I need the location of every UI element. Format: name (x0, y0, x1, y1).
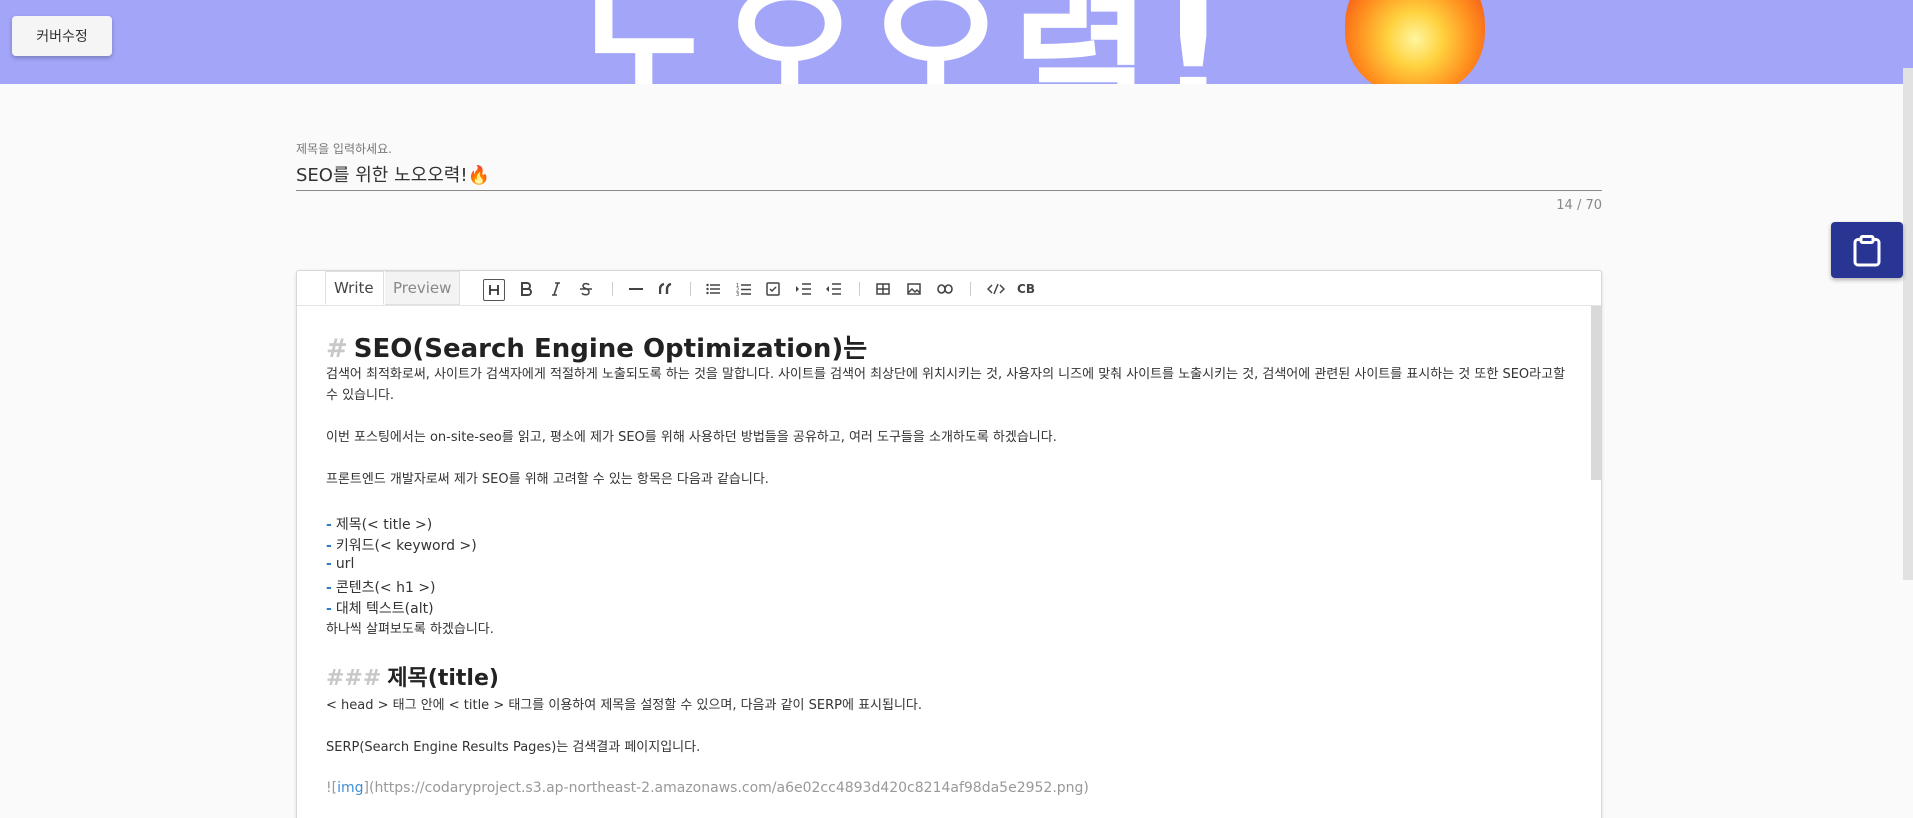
list-item: - url (326, 556, 354, 572)
toolbar-divider (970, 282, 971, 296)
toolbar-divider (690, 282, 691, 296)
heading-marker: # (326, 334, 348, 364)
toolbar-divider (612, 282, 613, 296)
list-dash: - (326, 517, 332, 533)
paragraph-serp: SERP(Search Engine Results Pages)는 검색결과 … (326, 740, 701, 755)
heading-marker: ### (326, 666, 382, 691)
cover-image: 노오오력! (0, 0, 1913, 84)
outdent-icon[interactable] (824, 278, 842, 300)
list-item-text: 대체 텍스트(alt) (335, 601, 434, 617)
paragraph-intro: 검색어 최적화로써, 사이트가 검색자에게 적절하게 노출되도록 하는 것을 말… (326, 367, 1566, 403)
italic-icon[interactable] (547, 278, 565, 300)
fire-emoji (1345, 0, 1485, 84)
svg-text:3: 3 (736, 292, 739, 296)
heading-1-text: SEO(Search Engine Optimization)는 (353, 334, 868, 364)
list-item-text: 콘텐츠(< h1 >) (335, 580, 436, 596)
checklist-icon[interactable] (764, 278, 782, 300)
title-field: 제목을 입력하세요. 14 / 70 (296, 140, 1602, 213)
list-item: - 대체 텍스트(alt) (326, 598, 434, 618)
title-label: 제목을 입력하세요. (296, 142, 392, 156)
paragraph-items: 프론트엔드 개발자로써 제가 SEO를 위해 고려할 수 있는 항목은 다음과 … (326, 472, 769, 487)
toolbar-divider (859, 282, 860, 296)
editor-toolbar: Write Preview 123 CB (297, 271, 1601, 306)
bullet-list-icon[interactable] (704, 278, 722, 300)
paragraph-next: 하나씩 살펴보도록 하겠습니다. (326, 622, 494, 637)
codeblock-icon[interactable]: CB (1015, 278, 1037, 300)
image-icon[interactable] (905, 278, 923, 300)
editor-scrollbar[interactable] (1591, 306, 1601, 480)
heading-3: ### 제목(title) (326, 660, 499, 692)
md-bracket: ![ (326, 780, 338, 796)
bold-icon[interactable] (517, 278, 535, 300)
code-icon[interactable] (985, 278, 1007, 300)
list-dash: - (326, 580, 332, 596)
clipboard-button[interactable] (1831, 222, 1903, 278)
list-item: - 키워드(< keyword >) (326, 535, 477, 555)
hr-icon[interactable] (627, 278, 645, 300)
editor-content[interactable]: # SEO(Search Engine Optimization)는 검색어 최적… (297, 306, 1601, 818)
quote-icon[interactable] (657, 278, 675, 300)
list-dash: - (326, 538, 332, 554)
title-input[interactable] (296, 161, 1602, 191)
heading-3-text: 제목(title) (387, 666, 499, 691)
clipboard-icon (1853, 235, 1881, 267)
list-dash: - (326, 556, 332, 572)
list-item: - 콘텐츠(< h1 >) (326, 577, 436, 597)
paragraph-posting: 이번 포스팅에서는 on-site-seo를 읽고, 평소에 제가 SEO를 위… (326, 430, 1057, 445)
cover-text: 노오오력! (575, 0, 1235, 84)
link-icon[interactable] (935, 278, 955, 300)
list-item: - 제목(< title >) (326, 514, 432, 534)
table-icon[interactable] (874, 278, 892, 300)
paragraph-title-desc: < head > 태그 안에 < title > 태그를 이용하여 제목을 설정… (326, 698, 923, 713)
md-bracket: ) (1083, 780, 1089, 796)
tab-preview[interactable]: Preview (385, 271, 460, 305)
list-item-text: url (335, 556, 355, 572)
image-url: https://codaryproject.s3.ap-northeast-2.… (374, 780, 1084, 796)
list-item-text: 제목(< title >) (335, 517, 433, 533)
list-dash: - (326, 601, 332, 617)
char-counter: 14 / 70 (1556, 198, 1602, 213)
heading-1: # SEO(Search Engine Optimization)는 (326, 328, 867, 365)
list-item-text: 키워드(< keyword >) (335, 538, 477, 554)
md-bracket: ]( (363, 780, 375, 796)
edit-cover-button[interactable]: 커버수정 (12, 16, 112, 56)
strikethrough-icon[interactable] (577, 278, 595, 300)
page-scrollbar[interactable] (1903, 68, 1913, 580)
markdown-editor: Write Preview 123 CB # SEO(Search Engine… (296, 270, 1602, 818)
image-markdown: ![img](https://codaryproject.s3.ap-north… (326, 780, 1089, 796)
indent-icon[interactable] (794, 278, 812, 300)
heading-icon[interactable] (483, 279, 505, 301)
tab-write[interactable]: Write (325, 271, 384, 305)
numbered-list-icon[interactable]: 123 (734, 278, 752, 300)
image-alt-text: img (337, 780, 364, 796)
